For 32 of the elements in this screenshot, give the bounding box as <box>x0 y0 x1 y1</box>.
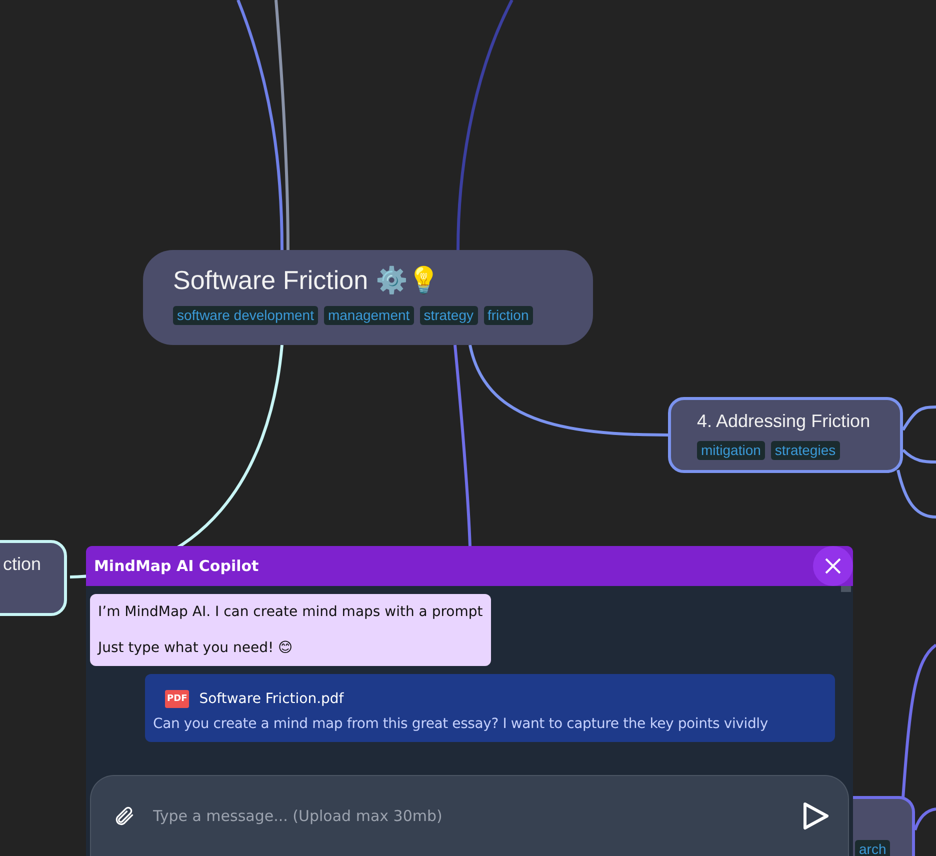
node-tag: strategies <box>770 441 840 460</box>
send-button[interactable] <box>802 801 830 831</box>
node-title: ction <box>3 553 42 576</box>
pdf-icon: PDF <box>165 690 190 708</box>
node-title: Software Friction ⚙💡 <box>173 264 440 297</box>
mindmap-node[interactable]: ction <box>0 540 67 616</box>
file-name[interactable]: Software Friction.pdf <box>199 691 344 707</box>
mindmap-node[interactable]: 4. Addressing Friction mitigation strategies <box>668 397 903 473</box>
send-icon <box>802 801 830 831</box>
panel-title: MindMap AI Copilot <box>94 557 259 575</box>
node-tag: friction <box>484 306 533 325</box>
paperclip-icon <box>113 805 135 827</box>
node-tag: mitigation <box>697 441 765 460</box>
node-tag: management <box>324 306 414 325</box>
message-input[interactable]: Type a message... (Upload max 30mb) <box>151 806 786 826</box>
mindmap-node[interactable]: Software Friction ⚙💡 software development management strategy friction <box>143 250 593 345</box>
connector-line <box>902 406 936 431</box>
node-tag: software development <box>173 306 318 325</box>
close-button[interactable] <box>813 546 853 586</box>
connector-line <box>896 470 936 518</box>
attach-button[interactable] <box>113 805 135 827</box>
scrollbar-thumb[interactable] <box>841 586 851 592</box>
mindmap-node[interactable]: arch <box>853 796 915 856</box>
node-title: 4. Addressing Friction <box>697 410 872 433</box>
connector-line <box>902 448 936 464</box>
connector-line <box>914 808 936 831</box>
node-tag: strategy <box>420 306 478 325</box>
message-text: Can you create a mind map from this great essay? I want to capture the key points vividly <box>153 716 769 732</box>
close-icon <box>824 557 842 575</box>
node-tag: arch <box>855 840 890 856</box>
message-text: Just type what you need! 😊 <box>98 640 294 656</box>
message-text: I’m MindMap AI. I can create mind maps with a prompt <box>98 604 483 620</box>
